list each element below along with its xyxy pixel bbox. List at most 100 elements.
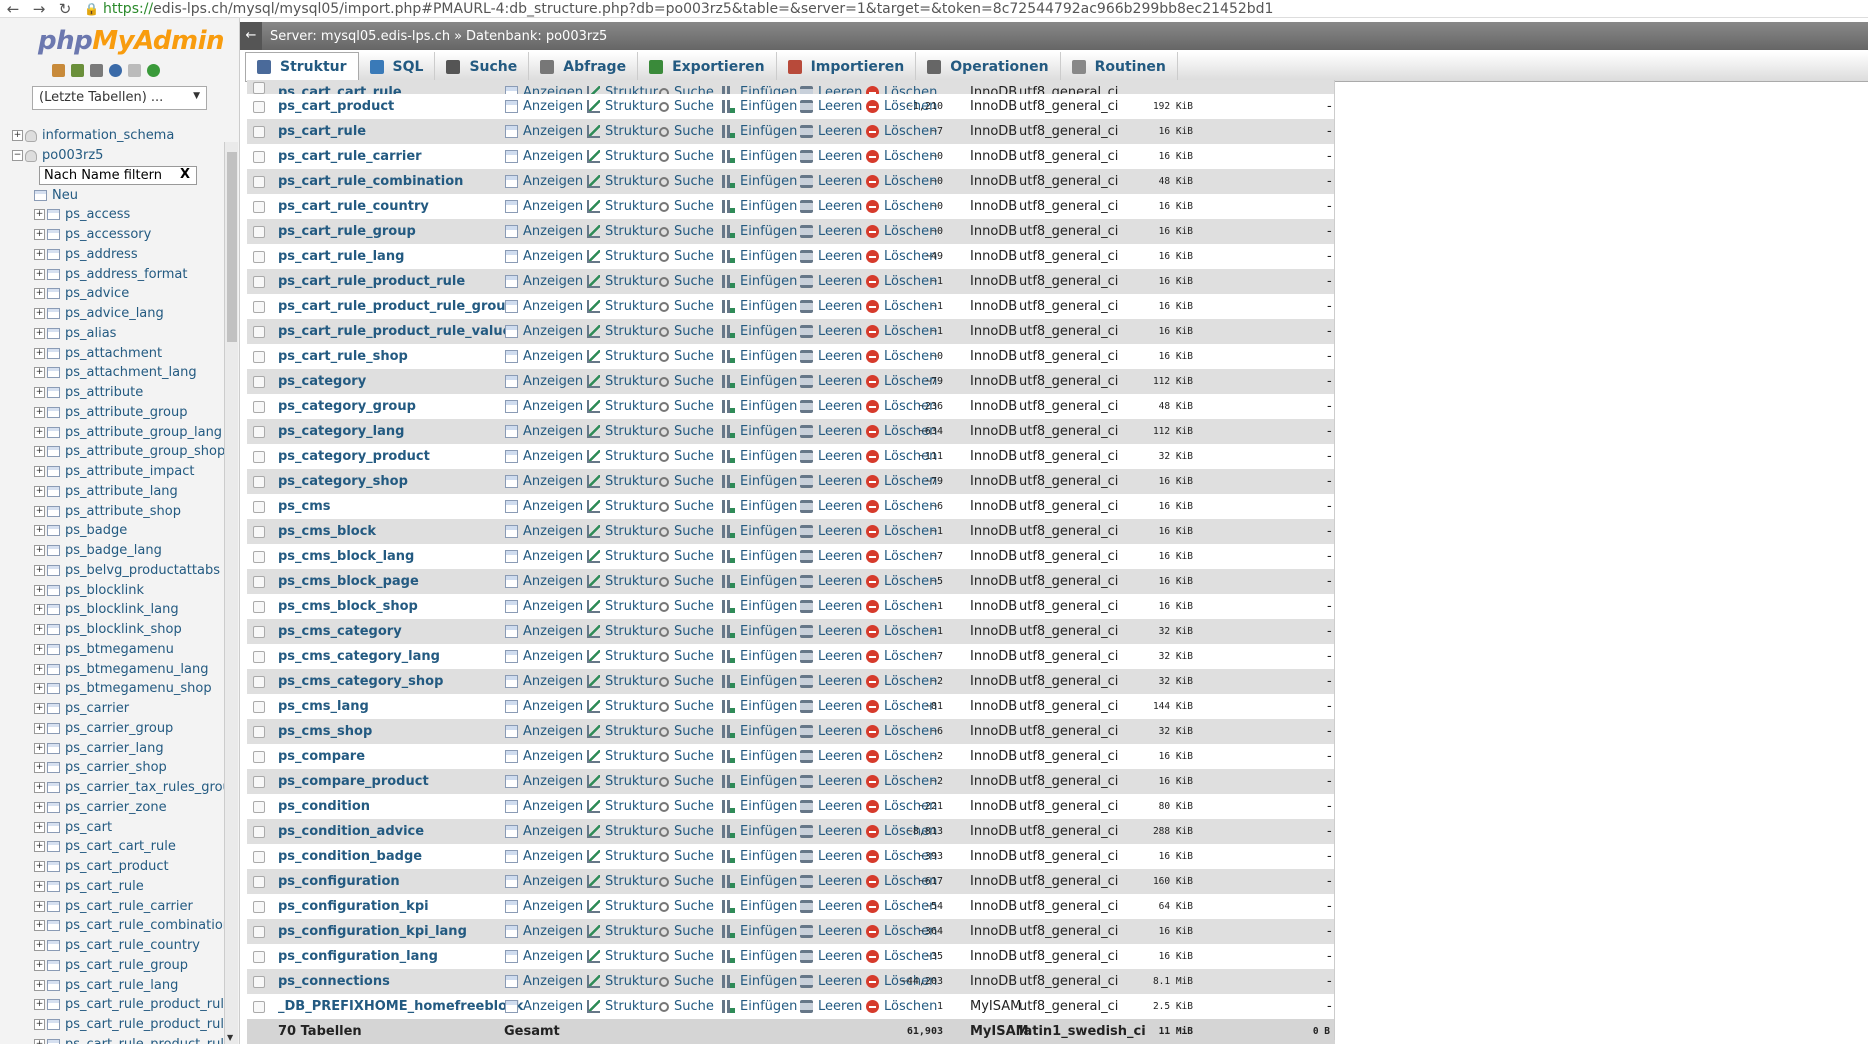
tree-database[interactable]: + information_schema xyxy=(12,126,226,146)
action-suche[interactable]: Suche xyxy=(659,524,714,539)
row-checkbox[interactable] xyxy=(253,875,265,888)
tree-table-label[interactable]: ps_badge_lang xyxy=(65,543,162,558)
tree-table[interactable]: + ps_accessory xyxy=(12,225,226,245)
action-anzeigen[interactable]: Anzeigen xyxy=(505,374,583,389)
expand-icon[interactable]: + xyxy=(34,703,45,715)
expand-icon[interactable]: + xyxy=(34,920,45,932)
action-einfuegen[interactable]: Einfügen xyxy=(722,549,797,564)
action-anzeigen[interactable]: Anzeigen xyxy=(505,149,583,164)
action-struktur[interactable]: Struktur xyxy=(587,724,658,739)
action-suche[interactable]: Suche xyxy=(659,749,714,764)
action-einfuegen[interactable]: Einfügen xyxy=(722,249,797,264)
row-checkbox[interactable] xyxy=(253,725,265,738)
action-suche[interactable]: Suche xyxy=(659,599,714,614)
action-loeschen[interactable]: Löschen xyxy=(866,85,937,94)
action-struktur[interactable]: Struktur xyxy=(587,149,658,164)
expand-icon[interactable]: + xyxy=(34,564,45,576)
action-einfuegen[interactable]: Einfügen xyxy=(722,324,797,339)
row-checkbox[interactable] xyxy=(253,625,265,638)
table-name-link[interactable]: ps_cms_block_shop xyxy=(278,599,418,614)
action-einfuegen[interactable]: Einfügen xyxy=(722,424,797,439)
tree-table-label[interactable]: ps_advice_lang xyxy=(65,306,164,321)
table-name-link[interactable]: ps_cms_category_lang xyxy=(278,649,440,664)
action-einfuegen[interactable]: Einfügen xyxy=(722,124,797,139)
expand-icon[interactable]: + xyxy=(12,130,23,142)
tab-abfrage[interactable]: Abfrage xyxy=(529,52,639,81)
action-suche[interactable]: Suche xyxy=(659,924,714,939)
action-anzeigen[interactable]: Anzeigen xyxy=(505,699,583,714)
expand-icon[interactable]: + xyxy=(34,940,45,952)
action-anzeigen[interactable]: Anzeigen xyxy=(505,599,583,614)
tree-table[interactable]: + ps_badge_lang xyxy=(12,541,226,561)
navigation-scrollbar[interactable]: ▼ xyxy=(224,142,238,1044)
action-anzeigen[interactable]: Anzeigen xyxy=(505,349,583,364)
tree-table[interactable]: + ps_access xyxy=(12,205,226,225)
row-checkbox[interactable] xyxy=(253,350,265,363)
action-suche[interactable]: Suche xyxy=(659,99,714,114)
action-anzeigen[interactable]: Anzeigen xyxy=(505,124,583,139)
action-anzeigen[interactable]: Anzeigen xyxy=(505,674,583,689)
action-struktur[interactable]: Struktur xyxy=(587,874,658,889)
row-checkbox[interactable] xyxy=(253,125,265,138)
action-anzeigen[interactable]: Anzeigen xyxy=(505,624,583,639)
expand-icon[interactable]: + xyxy=(34,209,45,221)
tree-table[interactable]: + ps_attachment xyxy=(12,343,226,363)
row-checkbox[interactable] xyxy=(253,200,265,213)
action-suche[interactable]: Suche xyxy=(659,249,714,264)
tree-table[interactable]: + ps_attribute_shop xyxy=(12,501,226,521)
tree-table[interactable]: + ps_attachment_lang xyxy=(12,363,226,383)
row-checkbox[interactable] xyxy=(253,700,265,713)
tree-table[interactable]: + ps_cart_rule_product_rule xyxy=(12,995,232,1015)
expand-icon[interactable]: + xyxy=(34,406,45,418)
row-checkbox[interactable] xyxy=(253,525,265,538)
action-suche[interactable]: Suche xyxy=(659,974,714,989)
action-struktur[interactable]: Struktur xyxy=(587,499,658,514)
action-struktur[interactable]: Struktur xyxy=(587,949,658,964)
row-checkbox[interactable] xyxy=(253,900,265,913)
action-einfuegen[interactable]: Einfügen xyxy=(722,149,797,164)
action-einfuegen[interactable]: Einfügen xyxy=(722,699,797,714)
breadcrumb-server[interactable]: Server: mysql05.edis-lps.ch xyxy=(270,29,450,44)
action-struktur[interactable]: Struktur xyxy=(587,549,658,564)
tree-table[interactable]: + ps_btmegamenu xyxy=(12,640,226,660)
tree-table[interactable]: + ps_cart_rule xyxy=(12,877,226,897)
action-suche[interactable]: Suche xyxy=(659,199,714,214)
table-name-link[interactable]: ps_cart_rule_lang xyxy=(278,249,404,264)
tree-table[interactable]: + ps_cart_rule_country xyxy=(12,936,226,956)
action-anzeigen[interactable]: Anzeigen xyxy=(505,399,583,414)
tree-table-label[interactable]: ps_attribute_lang xyxy=(65,484,178,499)
tree-table-label[interactable]: ps_address_format xyxy=(65,267,187,282)
tree-table[interactable]: + ps_belvg_productattabs xyxy=(12,561,226,581)
reload-icon[interactable]: ↻ xyxy=(52,0,78,18)
clear-filter-icon[interactable]: X xyxy=(180,167,190,182)
tree-table-label[interactable]: ps_carrier_tax_rules_grou xyxy=(65,780,231,795)
expand-icon[interactable]: + xyxy=(34,347,45,359)
tree-table[interactable]: + ps_advice xyxy=(12,284,226,304)
expand-icon[interactable]: + xyxy=(34,367,45,379)
expand-icon[interactable]: + xyxy=(34,505,45,517)
row-checkbox[interactable] xyxy=(253,425,265,438)
row-checkbox[interactable] xyxy=(253,325,265,338)
action-anzeigen[interactable]: Anzeigen xyxy=(505,974,583,989)
row-checkbox[interactable] xyxy=(253,550,265,563)
tree-table[interactable]: + ps_cart_rule_group xyxy=(12,956,226,976)
tree-table-label[interactable]: ps_alias xyxy=(65,326,116,341)
action-anzeigen[interactable]: Anzeigen xyxy=(505,85,583,94)
action-struktur[interactable]: Struktur xyxy=(587,399,658,414)
tree-table-label[interactable]: ps_blocklink_lang xyxy=(65,602,179,617)
expand-icon[interactable]: + xyxy=(34,327,45,339)
action-struktur[interactable]: Struktur xyxy=(587,624,658,639)
logout-icon[interactable] xyxy=(71,64,84,77)
action-anzeigen[interactable]: Anzeigen xyxy=(505,299,583,314)
tree-table-label[interactable]: ps_attribute_impact xyxy=(65,464,194,479)
expand-icon[interactable]: + xyxy=(34,762,45,774)
reload-nav-icon[interactable] xyxy=(147,64,160,77)
action-anzeigen[interactable]: Anzeigen xyxy=(505,774,583,789)
expand-icon[interactable]: + xyxy=(34,959,45,971)
expand-icon[interactable]: + xyxy=(34,979,45,991)
table-name-link[interactable]: ps_cms_shop xyxy=(278,724,372,739)
table-name-link[interactable]: ps_cart_cart_rule xyxy=(278,85,402,94)
action-struktur[interactable]: Struktur xyxy=(587,274,658,289)
expand-icon[interactable]: + xyxy=(34,248,45,260)
tab-suche[interactable]: Suche xyxy=(435,52,530,81)
